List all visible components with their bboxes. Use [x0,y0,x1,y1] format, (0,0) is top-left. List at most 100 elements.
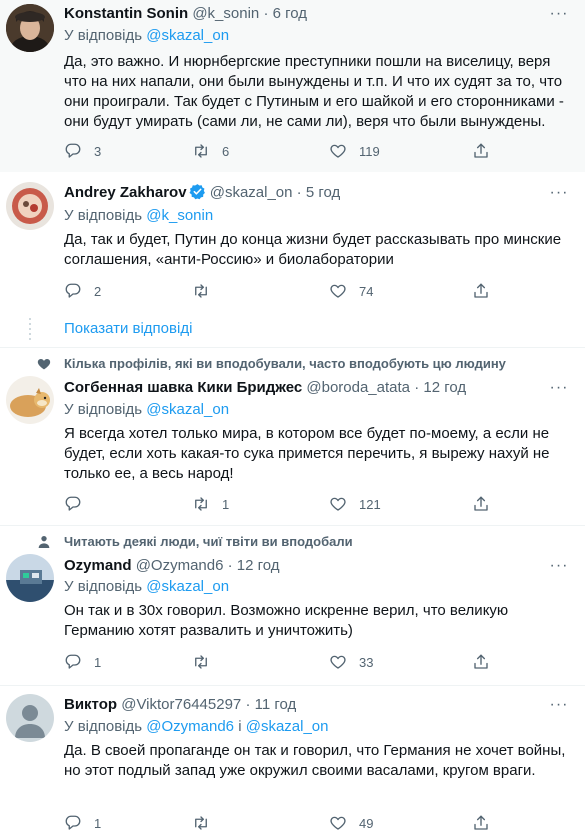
retweet-button[interactable]: 6 [192,141,229,161]
reply-icon [65,143,81,158]
tweet-time[interactable]: 12 год [237,557,280,574]
tweet-text: Да, так и будет, Путин до конца жизни бу… [64,231,562,268]
reply-to-link[interactable]: @Ozymand6 [146,718,234,735]
author-name[interactable]: Согбенная шавка Кики Бриджес [64,379,302,396]
tweet-header: Виктор @Viktor76445297 · 11 год [64,695,545,715]
reply-icon [65,815,81,830]
more-options-icon[interactable]: ··· [549,556,569,576]
reply-to-link[interactable]: @skazal_on [146,578,229,595]
author-handle[interactable]: @k_sonin [192,5,259,22]
tweet-actions: 2 74 [64,281,504,301]
avatar[interactable] [6,554,54,602]
share-button[interactable] [472,652,490,672]
like-icon [330,497,346,511]
tweet-time[interactable]: 11 год [255,696,297,713]
reply-button[interactable]: 3 [64,141,101,161]
thread-connector [29,318,31,342]
reply-to-link[interactable]: @skazal_on [146,401,229,418]
reply-to-link[interactable]: @skazal_on [146,27,229,44]
share-button[interactable] [472,281,490,301]
reply-prefix: У відповідь [64,718,143,735]
tweet-header: Согбенная шавка Кики Бриджес @boroda_ata… [64,378,545,398]
tweet-viktor[interactable]: Виктор @Viktor76445297 · 11 год ··· У ві… [0,686,585,836]
tweet-konstantin-sonin[interactable]: Konstantin Sonin @k_sonin · 6 год ··· У … [0,0,585,172]
reply-and: і [238,718,242,735]
tweet-text: Я всегда хотел только мира, в котором вс… [64,425,550,482]
reply-button[interactable]: 2 [64,281,101,301]
reply-count: 1 [94,654,102,670]
like-button[interactable]: 121 [329,494,381,514]
retweet-button[interactable] [192,652,222,672]
reply-context: У відповідь @skazal_on [64,577,229,597]
share-icon [474,496,488,511]
author-name[interactable]: Konstantin Sonin [64,5,188,22]
author-handle[interactable]: @skazal_on [210,184,293,201]
share-button[interactable] [472,141,490,161]
retweet-button[interactable] [192,813,222,833]
like-button[interactable]: 119 [329,141,380,161]
reply-to-link[interactable]: @k_sonin [146,207,213,224]
reply-count: 3 [94,143,102,159]
more-options-icon[interactable]: ··· [549,4,569,24]
like-count: 74 [359,283,374,299]
more-options-icon[interactable]: ··· [549,695,569,715]
share-icon [474,654,488,669]
more-options-icon[interactable]: ··· [549,183,569,203]
author-name[interactable]: Виктор [64,696,117,713]
avatar[interactable] [6,376,54,424]
reply-prefix: У відповідь [64,27,143,44]
share-button[interactable] [472,813,490,833]
share-button[interactable] [472,494,490,514]
author-handle[interactable]: @Ozymand6 [136,557,224,574]
retweet-button[interactable] [192,281,222,301]
share-icon [474,283,488,298]
retweet-icon [195,284,207,298]
like-button[interactable]: 33 [329,652,373,672]
reply-icon [65,283,81,298]
tweet-header: Andrey Zakharov @skazal_on · 5 год [64,183,545,203]
tweet-ozymand[interactable]: Читають деякі люди, чиї твіти ви вподоба… [0,526,585,686]
like-icon [330,284,346,298]
like-icon [330,655,346,669]
default-avatar-icon [6,694,54,742]
reply-context: У відповідь @skazal_on [64,26,229,46]
retweet-icon [195,816,207,830]
like-count: 121 [359,496,381,512]
separator-dot: · [414,379,420,396]
heart-filled-icon [37,359,51,370]
retweet-count: 1 [222,496,230,512]
tweet-text: Он так и в 30х говорил. Возможно искренн… [64,602,509,639]
retweet-icon [195,655,207,669]
reply-count: 1 [94,815,102,831]
avatar[interactable] [6,4,54,52]
separator-dot: · [296,184,302,201]
avatar[interactable] [6,694,54,742]
avatar-image [6,182,54,230]
like-count: 49 [359,815,374,831]
tweet-time[interactable]: 12 год [423,379,466,396]
reply-button[interactable] [64,494,94,514]
more-options-icon[interactable]: ··· [549,378,569,398]
tweet-actions: 3 6 119 [64,141,504,161]
avatar[interactable] [6,182,54,230]
tweet-time[interactable]: 5 год [306,184,340,201]
retweet-button[interactable]: 1 [192,494,229,514]
reply-button[interactable]: 1 [64,652,101,672]
avatar-image [6,554,54,602]
separator-dot: · [263,5,269,22]
author-name[interactable]: Ozymand [64,557,132,574]
reply-icon [65,496,81,511]
author-name[interactable]: Andrey Zakharov [64,184,187,201]
like-icon [330,144,346,158]
tweet-text: Да, это важно. И нюрнбергские преступник… [64,53,564,130]
author-handle[interactable]: @Viktor76445297 [121,696,241,713]
reply-to-link-2[interactable]: @skazal_on [246,718,329,735]
like-button[interactable]: 74 [329,281,373,301]
reply-button[interactable]: 1 [64,813,101,833]
reply-icon [65,654,81,669]
show-replies-link[interactable]: Показати відповіді [64,320,192,337]
tweet-time[interactable]: 6 год [273,5,307,22]
tweet-boroda-atata[interactable]: Кілька профілів, які ви вподобували, час… [0,348,585,526]
author-handle[interactable]: @boroda_atata [306,379,410,396]
like-button[interactable]: 49 [329,813,373,833]
